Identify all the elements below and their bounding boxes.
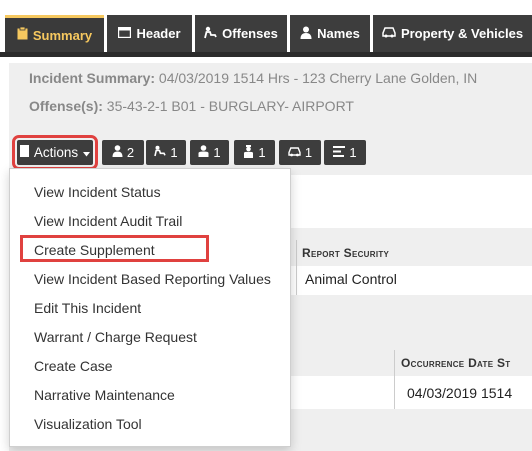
narratives-count-button[interactable]: 1 (324, 140, 366, 165)
document-icon (19, 145, 29, 160)
list-icon (333, 145, 346, 160)
tab-header[interactable]: Header (107, 15, 192, 52)
tab-bar-underline (0, 52, 532, 57)
car-icon (288, 145, 301, 160)
actions-button-label: Actions (33, 145, 79, 160)
vehicles-count: 1 (304, 145, 313, 160)
menu-item-create-case[interactable]: Create Case (34, 358, 113, 374)
officer-count: 1 (258, 145, 266, 160)
occurrence-date-header: Occurrence Date St (289, 350, 532, 377)
menu-item-view-incident-audit-trail[interactable]: View Incident Audit Trail (34, 213, 182, 229)
tab-offenses[interactable]: Offenses (195, 15, 287, 52)
offense-value: 35-43-2-1 B01 - BURGLARY- AIRPORT (102, 98, 354, 114)
tab-names[interactable]: Names (290, 15, 370, 52)
clipboard-icon (17, 26, 28, 43)
incident-summary-value: 04/03/2019 1514 Hrs - 123 Cherry Lane Go… (155, 70, 478, 86)
offense-label: Offense(s): (29, 98, 103, 114)
names-count: 2 (126, 145, 135, 160)
tab-names-label: Names (317, 26, 360, 41)
create-supplement-highlight (20, 235, 209, 262)
tab-offenses-label: Offenses (222, 26, 278, 41)
menu-item-visualization-tool[interactable]: Visualization Tool (34, 416, 142, 432)
tab-property-vehicles-label: Property & Vehicles (400, 26, 524, 41)
report-security-header-text: Report Security (302, 246, 390, 260)
offense-icon (204, 26, 217, 42)
offense-icon (154, 145, 167, 160)
tab-summary-label: Summary (32, 27, 93, 43)
persons-count-button[interactable]: 1 (190, 140, 229, 165)
tab-property-vehicles[interactable]: Property & Vehicles (373, 15, 532, 52)
menu-item-view-ibr-values[interactable]: View Incident Based Reporting Values (34, 271, 271, 287)
tab-header-label: Header (136, 26, 181, 41)
tab-summary[interactable]: Summary (5, 15, 104, 52)
report-security-value: Animal Control (305, 271, 397, 287)
vehicles-count-button[interactable]: 1 (279, 140, 321, 165)
incident-summary-row: Incident Summary: 04/03/2019 1514 Hrs - … (29, 70, 477, 86)
report-security-cell: Animal Control (289, 266, 532, 295)
menu-item-narrative-maintenance[interactable]: Narrative Maintenance (34, 387, 175, 403)
offense-row: Offense(s): 35-43-2-1 B01 - BURGLARY- AI… (29, 98, 354, 114)
incident-summary-panel: Incident Summary: 04/03/2019 1514 Hrs - … (9, 63, 532, 131)
officer-icon (243, 144, 254, 161)
table-divider (394, 350, 395, 409)
car-icon (382, 26, 396, 41)
menu-item-view-incident-status[interactable]: View Incident Status (34, 184, 161, 200)
occurrence-date-cell: 04/03/2019 1514 (289, 376, 532, 409)
person-badge-icon (198, 145, 209, 160)
officer-count-button[interactable]: 1 (234, 140, 275, 165)
offenses-count: 1 (170, 145, 178, 160)
narratives-count: 1 (349, 145, 357, 160)
actions-dropdown-menu: View Incident Status View Incident Audit… (9, 168, 291, 447)
menu-item-edit-incident[interactable]: Edit This Incident (34, 300, 141, 316)
incident-summary-label: Incident Summary: (29, 70, 156, 86)
table-divider (296, 240, 297, 295)
occurrence-date-header-text: Occurrence Date St (401, 356, 511, 370)
names-count-button[interactable]: 2 (102, 140, 144, 165)
menu-item-warrant-charge-request[interactable]: Warrant / Charge Request (34, 329, 197, 345)
offenses-count-button[interactable]: 1 (146, 140, 186, 165)
report-security-header: Report Security (289, 240, 532, 267)
caret-down-icon (83, 145, 91, 160)
occurrence-date-value: 04/03/2019 1514 (407, 385, 513, 401)
tab-bar: Summary Header Offenses Names Property &… (0, 0, 532, 57)
person-icon (300, 26, 312, 42)
persons-count: 1 (213, 145, 221, 160)
window-icon (118, 26, 132, 41)
actions-dropdown-button[interactable]: Actions (12, 135, 98, 170)
person-icon (112, 145, 123, 160)
